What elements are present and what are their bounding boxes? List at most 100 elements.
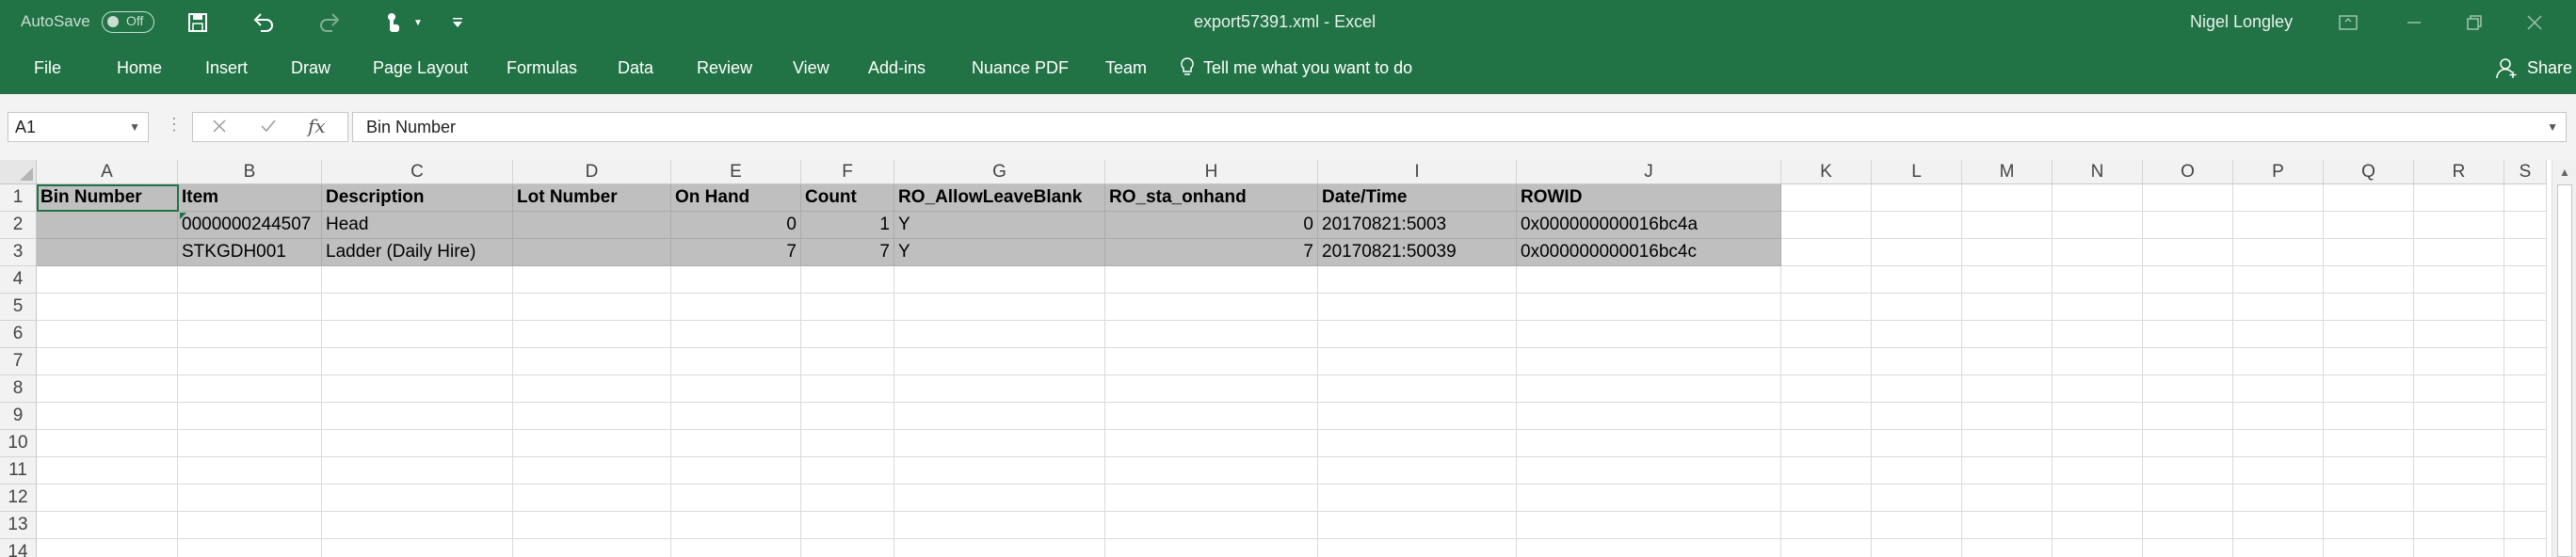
column-header-g[interactable]: G <box>894 160 1105 184</box>
cell-m6[interactable] <box>1962 321 2053 348</box>
cell-a4[interactable] <box>37 266 178 294</box>
cell-r12[interactable] <box>2414 485 2504 512</box>
row-header-10[interactable]: 10 <box>0 430 37 457</box>
cell-n12[interactable] <box>2053 485 2143 512</box>
cell-b6[interactable] <box>178 321 322 348</box>
row-header-11[interactable]: 11 <box>0 457 37 485</box>
cell-l8[interactable] <box>1872 375 1962 403</box>
cell-r10[interactable] <box>2414 430 2504 457</box>
cell-j3[interactable]: 0x000000000016bc4c <box>1517 239 1781 266</box>
cell-m9[interactable] <box>1962 403 2053 430</box>
cell-b8[interactable] <box>178 375 322 403</box>
cell-d4[interactable] <box>513 266 671 294</box>
cell-s14[interactable] <box>2504 539 2547 557</box>
cell-s12[interactable] <box>2504 485 2547 512</box>
cell-p7[interactable] <box>2233 348 2324 375</box>
cell-n4[interactable] <box>2053 266 2143 294</box>
cell-n7[interactable] <box>2053 348 2143 375</box>
cell-n1[interactable] <box>2053 184 2143 212</box>
tab-page-layout[interactable]: Page Layout <box>373 58 468 78</box>
cell-m7[interactable] <box>1962 348 2053 375</box>
cell-o4[interactable] <box>2143 266 2233 294</box>
cell-b11[interactable] <box>178 457 322 485</box>
insert-function-icon[interactable]: fx <box>308 115 326 137</box>
cell-o13[interactable] <box>2143 512 2233 539</box>
cell-h1[interactable]: RO_sta_onhand <box>1105 184 1318 212</box>
cell-k10[interactable] <box>1781 430 1872 457</box>
cell-h3[interactable]: 7 <box>1105 239 1318 266</box>
cell-r9[interactable] <box>2414 403 2504 430</box>
cell-e13[interactable] <box>671 512 801 539</box>
vertical-scrollbar[interactable]: ▲ <box>2552 160 2576 557</box>
cell-q1[interactable] <box>2324 184 2414 212</box>
cell-s2[interactable] <box>2504 212 2547 239</box>
cell-r8[interactable] <box>2414 375 2504 403</box>
cell-n5[interactable] <box>2053 294 2143 321</box>
cell-c4[interactable] <box>322 266 513 294</box>
cell-a3[interactable] <box>37 239 178 266</box>
cell-c7[interactable] <box>322 348 513 375</box>
cell-g12[interactable] <box>894 485 1105 512</box>
share-button[interactable]: Share <box>2527 58 2572 78</box>
column-header-r[interactable]: R <box>2414 160 2504 184</box>
cell-s9[interactable] <box>2504 403 2547 430</box>
cell-q7[interactable] <box>2324 348 2414 375</box>
cell-d13[interactable] <box>513 512 671 539</box>
tab-review[interactable]: Review <box>697 58 752 78</box>
cell-s13[interactable] <box>2504 512 2547 539</box>
tab-draw[interactable]: Draw <box>291 58 330 78</box>
cell-k8[interactable] <box>1781 375 1872 403</box>
cell-n2[interactable] <box>2053 212 2143 239</box>
cell-p10[interactable] <box>2233 430 2324 457</box>
cell-p2[interactable] <box>2233 212 2324 239</box>
cell-k11[interactable] <box>1781 457 1872 485</box>
cell-e4[interactable] <box>671 266 801 294</box>
cell-s11[interactable] <box>2504 457 2547 485</box>
column-header-h[interactable]: H <box>1105 160 1318 184</box>
cell-c5[interactable] <box>322 294 513 321</box>
cell-g11[interactable] <box>894 457 1105 485</box>
column-header-q[interactable]: Q <box>2324 160 2414 184</box>
cell-c14[interactable] <box>322 539 513 557</box>
row-header-7[interactable]: 7 <box>0 348 37 375</box>
undo-icon[interactable] <box>249 8 279 38</box>
cell-l9[interactable] <box>1872 403 1962 430</box>
cell-l1[interactable] <box>1872 184 1962 212</box>
cell-q4[interactable] <box>2324 266 2414 294</box>
select-all-corner[interactable] <box>0 160 37 184</box>
cell-d3[interactable] <box>513 239 671 266</box>
cell-p8[interactable] <box>2233 375 2324 403</box>
cell-q6[interactable] <box>2324 321 2414 348</box>
cell-p3[interactable] <box>2233 239 2324 266</box>
cell-i12[interactable] <box>1318 485 1517 512</box>
cell-f6[interactable] <box>801 321 894 348</box>
cell-c2[interactable]: Head <box>322 212 513 239</box>
cell-h5[interactable] <box>1105 294 1318 321</box>
cell-g8[interactable] <box>894 375 1105 403</box>
cell-j1[interactable]: ROWID <box>1517 184 1781 212</box>
cell-d2[interactable] <box>513 212 671 239</box>
cell-h13[interactable] <box>1105 512 1318 539</box>
tab-insert[interactable]: Insert <box>205 58 248 78</box>
column-header-o[interactable]: O <box>2143 160 2233 184</box>
cell-e5[interactable] <box>671 294 801 321</box>
cell-q9[interactable] <box>2324 403 2414 430</box>
cell-f11[interactable] <box>801 457 894 485</box>
cell-d6[interactable] <box>513 321 671 348</box>
cell-d9[interactable] <box>513 403 671 430</box>
cell-j11[interactable] <box>1517 457 1781 485</box>
cell-n3[interactable] <box>2053 239 2143 266</box>
column-header-n[interactable]: N <box>2053 160 2143 184</box>
tell-me-search[interactable]: Tell me what you want to do <box>1203 58 1412 78</box>
column-header-b[interactable]: B <box>178 160 322 184</box>
cell-i6[interactable] <box>1318 321 1517 348</box>
cell-h7[interactable] <box>1105 348 1318 375</box>
enter-check-icon[interactable] <box>259 117 278 140</box>
column-header-p[interactable]: P <box>2233 160 2324 184</box>
cell-p1[interactable] <box>2233 184 2324 212</box>
cell-k6[interactable] <box>1781 321 1872 348</box>
cell-g3[interactable]: Y <box>894 239 1105 266</box>
cell-j2[interactable]: 0x000000000016bc4a <box>1517 212 1781 239</box>
cell-b9[interactable] <box>178 403 322 430</box>
cell-h12[interactable] <box>1105 485 1318 512</box>
